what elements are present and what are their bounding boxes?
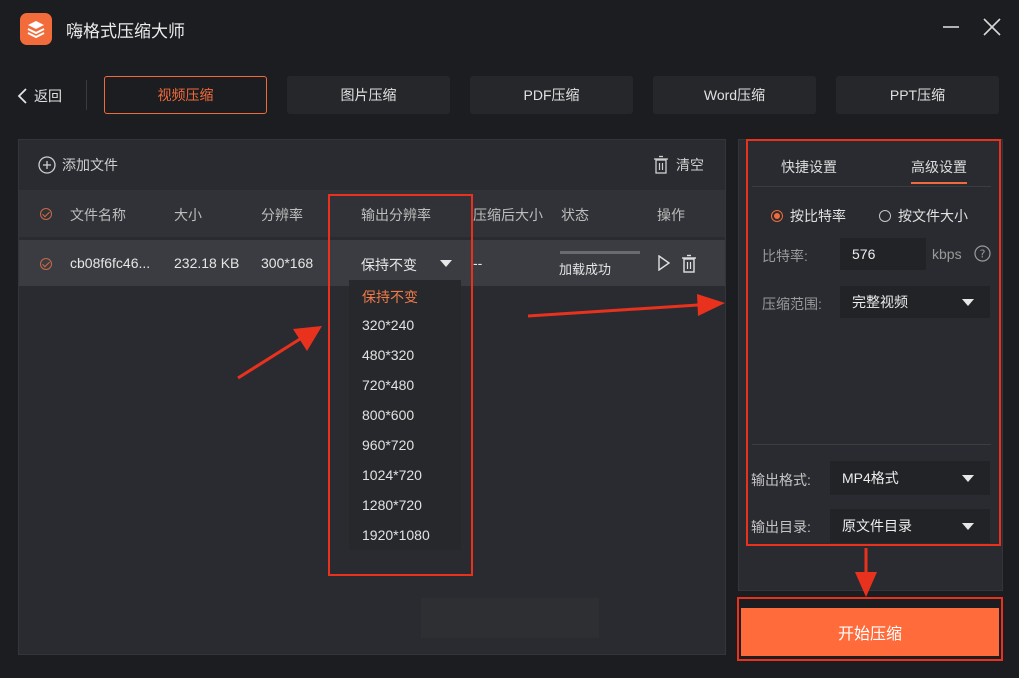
resolution-option[interactable]: 480*320 xyxy=(362,347,414,363)
progress-bar xyxy=(560,251,640,254)
range-value: 完整视频 xyxy=(852,294,908,310)
divider xyxy=(86,80,87,110)
back-label: 返回 xyxy=(34,88,62,104)
chevron-down-icon xyxy=(962,523,974,530)
file-name: cb08f6fc46... xyxy=(70,255,151,271)
compressed-size: -- xyxy=(473,255,483,271)
tab-quick-settings[interactable]: 快捷设置 xyxy=(781,157,837,177)
trash-icon xyxy=(654,155,668,174)
chevron-down-icon xyxy=(962,475,974,482)
column-header-status: 状态 xyxy=(561,207,589,223)
output-dir-label: 输出目录: xyxy=(751,519,811,535)
tab-video-compress[interactable]: 视频压缩 xyxy=(104,76,267,114)
resolution-option[interactable]: 720*480 xyxy=(362,377,414,393)
add-file-button[interactable]: 添加文件 xyxy=(38,155,118,175)
radio-bitrate[interactable]: 按比特率 xyxy=(771,206,846,226)
bitrate-value: 576 xyxy=(852,246,876,262)
resolution-option[interactable]: 1920*1080 xyxy=(362,527,430,543)
svg-text:?: ? xyxy=(980,248,986,261)
resolution-option[interactable]: 1024*720 xyxy=(362,467,422,483)
output-format-label: 输出格式: xyxy=(751,472,811,488)
chevron-left-icon xyxy=(17,88,27,104)
start-compress-button[interactable]: 开始压缩 xyxy=(741,608,999,656)
tab-word-compress[interactable]: Word压缩 xyxy=(653,76,816,114)
column-header-output-resolution: 输出分辨率 xyxy=(361,207,431,223)
output-resolution-value: 保持不变 xyxy=(361,257,417,273)
radio-file-size-label: 按文件大小 xyxy=(898,208,968,224)
tab-advanced-settings[interactable]: 高级设置 xyxy=(911,157,967,177)
radio-file-size[interactable]: 按文件大小 xyxy=(879,206,968,226)
bitrate-input[interactable]: 576 xyxy=(840,238,926,270)
tab-ppt-compress[interactable]: PPT压缩 xyxy=(836,76,999,114)
column-header-actions: 操作 xyxy=(657,207,685,223)
app-logo xyxy=(20,13,52,45)
tab-pdf-compress[interactable]: PDF压缩 xyxy=(470,76,633,114)
divider xyxy=(752,186,991,187)
file-size: 232.18 KB xyxy=(174,255,240,271)
help-icon[interactable]: ? xyxy=(974,245,991,265)
delete-icon[interactable] xyxy=(680,254,698,276)
column-header-resolution: 分辨率 xyxy=(261,207,303,223)
range-select[interactable]: 完整视频 xyxy=(840,286,990,318)
tab-image-compress[interactable]: 图片压缩 xyxy=(287,76,450,114)
chevron-down-icon xyxy=(962,299,974,306)
add-file-label: 添加文件 xyxy=(62,157,118,173)
chevron-down-icon[interactable] xyxy=(440,260,452,267)
bitrate-unit: kbps xyxy=(932,246,962,262)
back-button[interactable]: 返回 xyxy=(16,86,62,106)
output-resolution-select[interactable]: 保持不变 xyxy=(361,255,417,275)
radio-bitrate-label: 按比特率 xyxy=(790,208,846,224)
column-header-size: 大小 xyxy=(174,207,202,223)
app-title: 嗨格式压缩大师 xyxy=(66,22,185,41)
resolution-option[interactable]: 保持不变 xyxy=(362,287,418,307)
resolution-option[interactable]: 320*240 xyxy=(362,317,414,333)
select-all-checkbox[interactable] xyxy=(40,208,52,220)
hidden-button-shadow xyxy=(421,598,599,638)
divider xyxy=(752,444,991,445)
radio-selected-icon xyxy=(771,210,783,222)
minimize-icon[interactable] xyxy=(940,16,962,38)
output-format-select[interactable]: MP4格式 xyxy=(830,461,990,495)
range-label: 压缩范围: xyxy=(762,296,822,312)
resolution-dropdown: 保持不变 320*240 480*320 720*480 800*600 960… xyxy=(349,280,461,550)
close-icon[interactable] xyxy=(981,16,1003,38)
bitrate-label: 比特率: xyxy=(762,248,808,264)
play-icon[interactable] xyxy=(657,254,671,274)
clear-label: 清空 xyxy=(676,157,704,173)
row-checkbox[interactable] xyxy=(40,258,52,270)
output-format-value: MP4格式 xyxy=(842,470,899,486)
column-header-name: 文件名称 xyxy=(70,207,126,223)
resolution-option[interactable]: 1280*720 xyxy=(362,497,422,513)
output-dir-value: 原文件目录 xyxy=(842,518,912,534)
resolution-option[interactable]: 960*720 xyxy=(362,437,414,453)
resolution-option[interactable]: 800*600 xyxy=(362,407,414,423)
plus-circle-icon xyxy=(38,156,56,174)
clear-button[interactable]: 清空 xyxy=(652,155,704,175)
output-dir-select[interactable]: 原文件目录 xyxy=(830,509,990,543)
radio-unselected-icon xyxy=(879,210,891,222)
file-resolution: 300*168 xyxy=(261,255,314,271)
column-header-compressed-size: 压缩后大小 xyxy=(473,207,543,223)
active-tab-indicator xyxy=(911,182,967,184)
status-text: 加载成功 xyxy=(559,262,612,277)
